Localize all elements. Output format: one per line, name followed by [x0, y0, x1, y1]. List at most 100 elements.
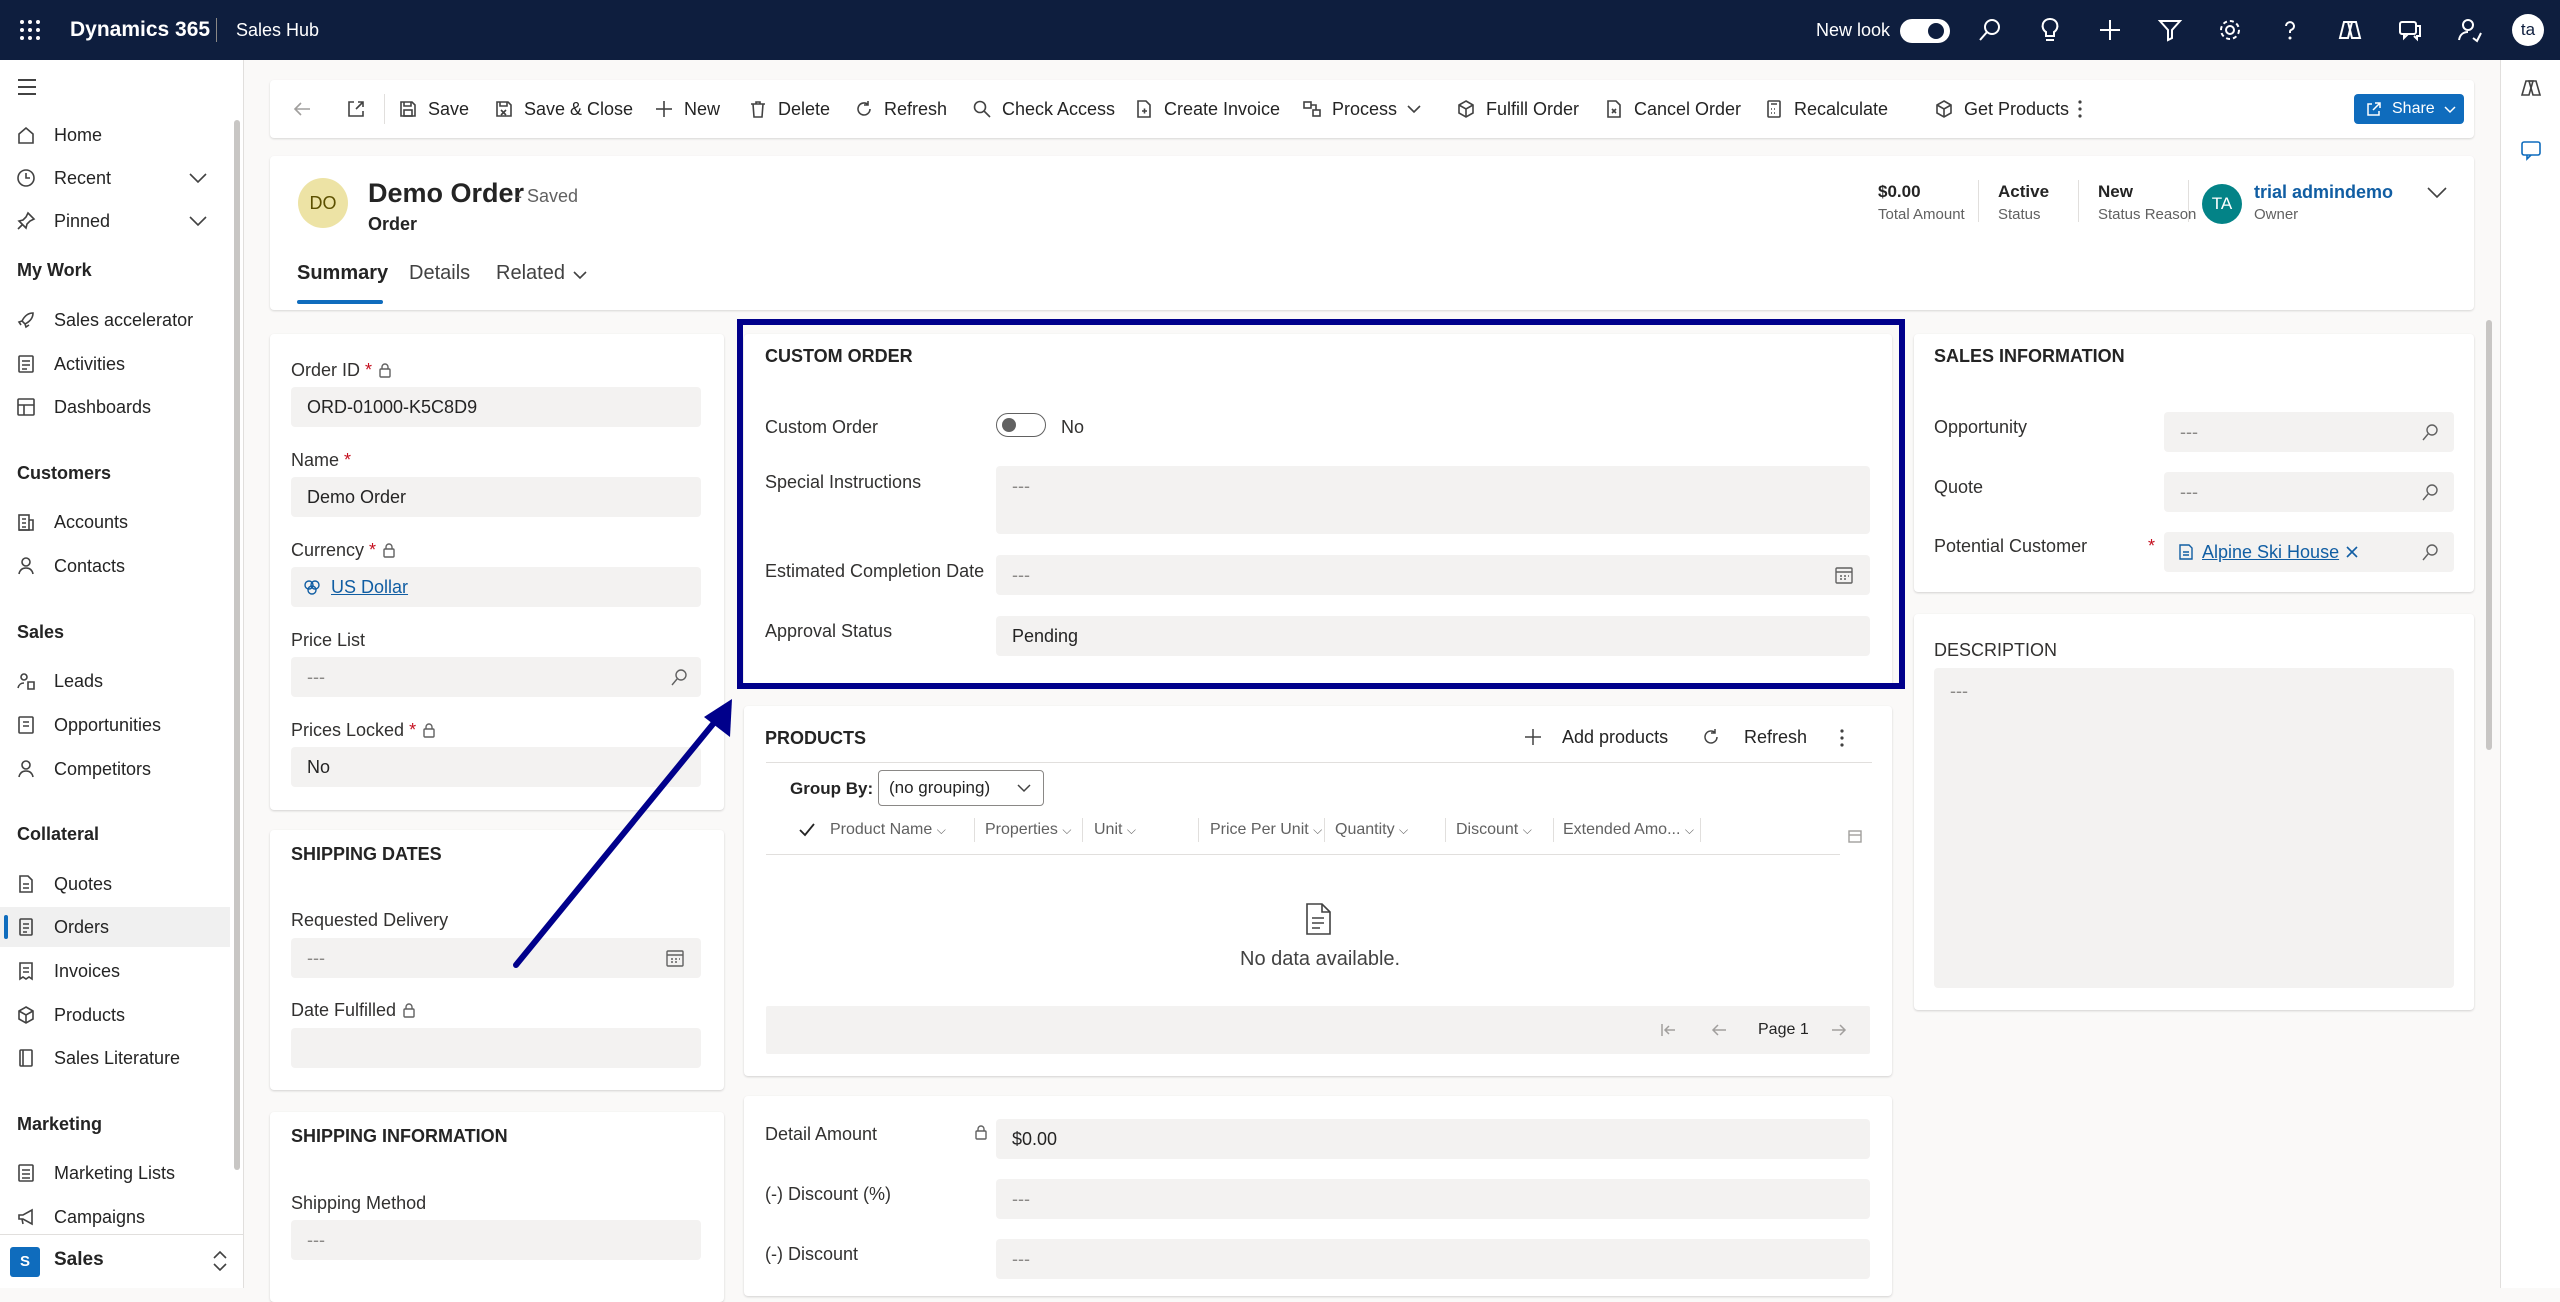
chat-icon[interactable]: [2519, 138, 2543, 162]
owner-link[interactable]: trial admindemo: [2254, 182, 2393, 203]
discount-percent-field[interactable]: ---: [996, 1179, 1870, 1219]
hamburger-icon[interactable]: [16, 76, 38, 98]
user-avatar[interactable]: ta: [2512, 14, 2544, 46]
megaphone-icon: [18, 1208, 33, 1226]
tab-summary[interactable]: Summary: [297, 262, 388, 285]
more-options-icon[interactable]: [1832, 728, 1852, 748]
nav-orders[interactable]: Orders: [0, 907, 230, 947]
currency-field[interactable]: US Dollar: [291, 567, 701, 607]
chevron-down-icon[interactable]: [572, 270, 588, 280]
column-divider[interactable]: [1198, 818, 1199, 842]
search-icon[interactable]: [1976, 16, 2004, 44]
remove-icon[interactable]: [2346, 546, 2358, 558]
tab-related[interactable]: Related: [496, 262, 565, 285]
potential-customer-link[interactable]: Alpine Ski House: [2202, 532, 2339, 572]
waffle-icon[interactable]: [16, 16, 44, 44]
description-field[interactable]: ---: [1934, 668, 2454, 988]
add-icon[interactable]: [2096, 16, 2124, 44]
new-look-toggle[interactable]: [1900, 19, 1950, 43]
discount-field[interactable]: ---: [996, 1239, 1870, 1279]
group-by-label: Group By:: [790, 779, 874, 798]
main-scrollbar[interactable]: [2486, 320, 2492, 750]
previous-page-icon[interactable]: [1710, 1022, 1728, 1038]
column-header-discount[interactable]: Discount ⌵: [1456, 810, 1532, 850]
shipping-method-field[interactable]: ---: [291, 1220, 701, 1260]
refresh-label: Refresh: [884, 99, 948, 119]
column-divider[interactable]: [974, 818, 975, 842]
column-header-unit[interactable]: Unit ⌵: [1094, 810, 1136, 850]
nav-opportunities[interactable]: Opportunities: [0, 705, 230, 745]
module-name[interactable]: Sales Hub: [236, 0, 319, 60]
divider: [2188, 180, 2189, 222]
nav-sales-accelerator[interactable]: Sales accelerator: [0, 300, 230, 340]
lock-icon: [403, 1003, 415, 1018]
column-divider[interactable]: [1700, 818, 1701, 842]
chat-icon[interactable]: [2396, 16, 2424, 44]
first-page-icon[interactable]: [1660, 1022, 1678, 1038]
column-divider[interactable]: [1324, 818, 1325, 842]
nav-dashboards-label: Dashboards: [54, 397, 152, 417]
quote-field[interactable]: ---: [2164, 472, 2454, 512]
search-icon: [973, 100, 991, 118]
column-header-extended-amount[interactable]: Extended Amo... ⌵: [1563, 810, 1694, 850]
nav-sales-literature[interactable]: Sales Literature: [0, 1038, 230, 1078]
nav-pinned[interactable]: Pinned: [0, 201, 230, 241]
nav-home[interactable]: Home: [0, 115, 230, 155]
chevron-down-icon[interactable]: [2426, 186, 2448, 200]
open-new-window-icon[interactable]: [346, 99, 366, 119]
nav-quotes[interactable]: Quotes: [0, 864, 230, 904]
nav-competitors[interactable]: Competitors: [0, 749, 230, 789]
nav-dashboards[interactable]: Dashboards: [0, 387, 230, 427]
select-all-checkmark-icon[interactable]: [798, 822, 816, 838]
nav-products[interactable]: Products: [0, 995, 230, 1035]
opportunity-field[interactable]: ---: [2164, 412, 2454, 452]
nav-scrollbar[interactable]: [234, 120, 240, 1170]
potential-customer-field[interactable]: Alpine Ski House: [2164, 532, 2454, 572]
chevron-down-icon[interactable]: [188, 172, 208, 184]
area-switcher[interactable]: S Sales: [0, 1234, 243, 1288]
search-icon[interactable]: [2422, 423, 2440, 441]
more-options-icon[interactable]: [2070, 99, 2090, 119]
column-divider[interactable]: [1082, 818, 1083, 842]
nav-campaigns[interactable]: Campaigns: [0, 1197, 230, 1237]
settings-icon[interactable]: [2216, 16, 2244, 44]
user-switch-icon[interactable]: [2456, 16, 2484, 44]
nav-leads[interactable]: Leads: [0, 661, 230, 701]
share-button[interactable]: Share: [2354, 94, 2464, 124]
search-icon[interactable]: [2422, 483, 2440, 501]
column-header-quantity[interactable]: Quantity ⌵: [1335, 810, 1408, 850]
command-bar: Save Save & Close New Delete Refresh Che…: [270, 80, 2474, 138]
lightbulb-icon[interactable]: [2036, 16, 2064, 44]
search-icon[interactable]: [671, 668, 689, 686]
tab-details[interactable]: Details: [409, 262, 470, 285]
column-divider[interactable]: [1553, 818, 1554, 842]
book-icon: [19, 1049, 33, 1067]
copilot-icon[interactable]: [2336, 16, 2364, 44]
column-header-price-per-unit[interactable]: Price Per Unit ⌵: [1210, 810, 1322, 850]
column-options-icon[interactable]: [1847, 828, 1863, 844]
group-by-select[interactable]: (no grouping): [878, 770, 1044, 806]
column-header-properties[interactable]: Properties ⌵: [985, 810, 1071, 850]
app-name[interactable]: Dynamics 365: [70, 0, 210, 60]
chevron-down-icon[interactable]: [1406, 104, 1422, 114]
column-header-product-name[interactable]: Product Name ⌵: [830, 810, 946, 850]
nav-activities[interactable]: Activities: [0, 344, 230, 384]
nav-invoices[interactable]: Invoices: [0, 951, 230, 991]
filter-icon[interactable]: [2156, 16, 2184, 44]
nav-accounts[interactable]: Accounts: [0, 502, 230, 542]
nav-marketing-lists[interactable]: Marketing Lists: [0, 1153, 230, 1193]
column-divider[interactable]: [1445, 818, 1446, 842]
copilot-icon[interactable]: [2519, 76, 2543, 100]
name-field[interactable]: Demo Order: [291, 477, 701, 517]
back-arrow-icon[interactable]: [292, 99, 312, 119]
pagination-bar: Page 1: [766, 1006, 1870, 1054]
nav-contacts[interactable]: Contacts: [0, 546, 230, 586]
search-icon[interactable]: [2422, 543, 2440, 561]
currency-link[interactable]: US Dollar: [331, 577, 408, 597]
next-page-icon[interactable]: [1830, 1022, 1848, 1038]
help-icon[interactable]: [2276, 16, 2304, 44]
chevron-down-icon[interactable]: [188, 215, 208, 227]
required-mark: *: [2148, 536, 2156, 556]
empty-document-icon: [1306, 903, 1331, 935]
nav-recent[interactable]: Recent: [0, 158, 230, 198]
